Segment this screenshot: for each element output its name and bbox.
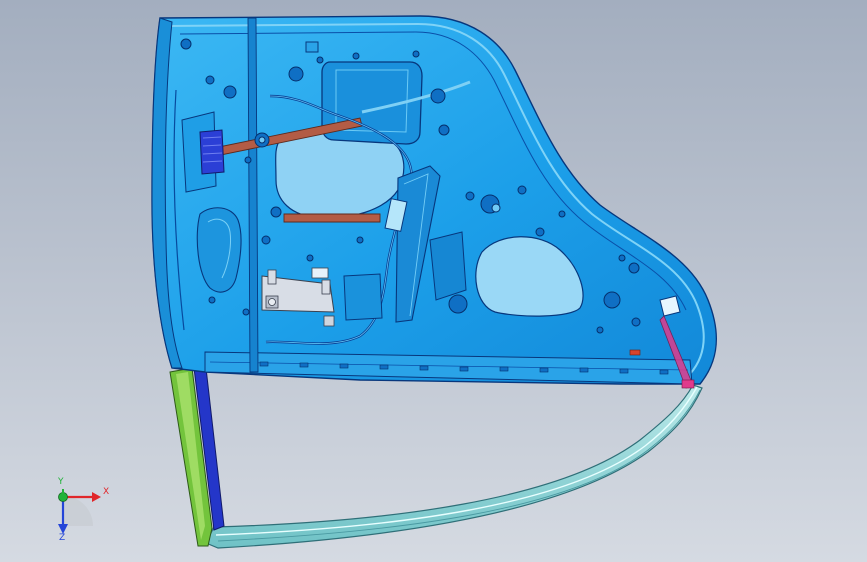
hinge-tab-3: [323, 315, 335, 327]
left-cavity: [196, 207, 242, 293]
vertical-reinforcement[interactable]: [247, 17, 259, 373]
z-axis-label: Z: [59, 533, 66, 543]
rear-latch-bracket[interactable]: [659, 295, 681, 317]
window-frame[interactable]: [205, 384, 703, 549]
lower-recess-2: [343, 273, 383, 321]
y-axis-label: Y: [58, 477, 64, 487]
x-axis-label: X: [103, 487, 110, 497]
hinge-bolt: [268, 298, 276, 306]
lower-recess-1: [429, 231, 467, 301]
red-clip: [629, 349, 641, 356]
3d-viewport[interactable]: X Y Z: [0, 0, 867, 562]
hinge-tab-2: [321, 279, 331, 295]
frame-corner-joint: [681, 379, 695, 389]
harness-connector: [311, 267, 329, 279]
impact-beam-lower[interactable]: [283, 213, 381, 223]
hinge-tab-1: [267, 269, 277, 285]
car-door-model[interactable]: [0, 0, 867, 562]
top-clip: [305, 41, 319, 53]
